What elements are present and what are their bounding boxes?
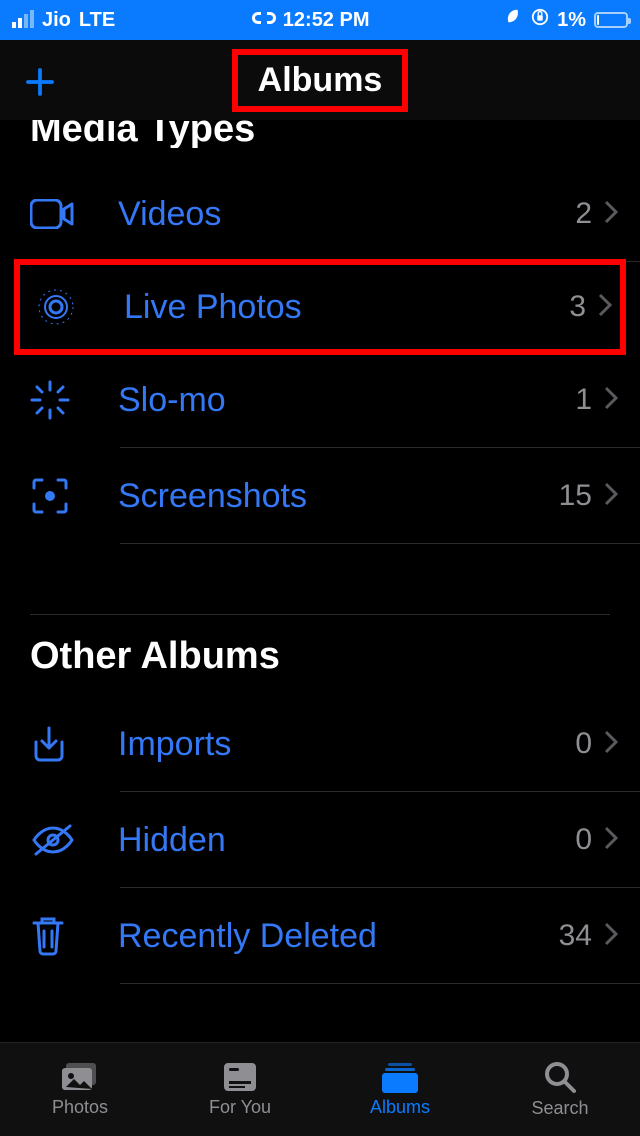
row-count: 1	[575, 383, 592, 417]
orientation-lock-icon	[531, 8, 549, 32]
row-hidden[interactable]: Hidden 0	[0, 792, 640, 888]
slo-mo-icon	[30, 380, 90, 420]
section-header-other-albums: Other Albums	[0, 635, 640, 678]
add-button[interactable]	[22, 64, 58, 108]
chevron-right-icon	[604, 922, 618, 951]
albums-icon	[380, 1061, 420, 1093]
row-count: 0	[575, 823, 592, 857]
chevron-right-icon	[604, 826, 618, 855]
tab-label: For You	[209, 1097, 271, 1118]
row-label: Videos	[90, 195, 575, 234]
do-not-disturb-icon	[505, 8, 523, 32]
row-label: Screenshots	[90, 477, 559, 516]
media-types-list: Videos 2 Live Photos 3	[0, 166, 640, 544]
signal-icon	[12, 12, 34, 28]
live-photos-icon	[36, 287, 96, 327]
row-label: Live Photos	[96, 288, 569, 327]
carrier-label: Jio	[42, 9, 71, 32]
hidden-icon	[30, 822, 90, 858]
row-count: 3	[569, 290, 586, 324]
page-title: Albums	[258, 61, 383, 99]
network-label: LTE	[79, 9, 115, 32]
chevron-right-icon	[604, 482, 618, 511]
search-icon	[543, 1060, 577, 1094]
for-you-icon	[222, 1061, 258, 1093]
section-divider	[30, 614, 610, 615]
photos-icon	[60, 1061, 100, 1093]
row-count: 15	[559, 479, 592, 513]
battery-pct-label: 1%	[557, 9, 586, 32]
nav-header: Albums	[0, 40, 640, 120]
clock-label: 12:52 PM	[283, 9, 370, 32]
row-count: 2	[575, 197, 592, 231]
row-live-photos[interactable]: Live Photos 3	[14, 259, 626, 355]
tab-label: Albums	[370, 1097, 430, 1118]
tab-label: Search	[531, 1098, 588, 1119]
row-count: 0	[575, 727, 592, 761]
status-bar: Jio LTE 12:52 PM 1%	[0, 0, 640, 40]
battery-icon	[594, 12, 628, 28]
chevron-right-icon	[604, 200, 618, 229]
imports-icon	[30, 724, 90, 764]
row-screenshots[interactable]: Screenshots 15	[0, 448, 640, 544]
row-label: Recently Deleted	[90, 917, 559, 956]
row-slo-mo[interactable]: Slo-mo 1	[0, 352, 640, 448]
row-label: Imports	[90, 725, 575, 764]
title-highlight: Albums	[232, 49, 409, 112]
tab-photos[interactable]: Photos	[0, 1043, 160, 1136]
row-imports[interactable]: Imports 0	[0, 696, 640, 792]
screenshots-icon	[30, 476, 90, 516]
row-label: Hidden	[90, 821, 575, 860]
tab-albums[interactable]: Albums	[320, 1043, 480, 1136]
other-albums-list: Imports 0 Hidden 0 Recen	[0, 696, 640, 984]
chevron-right-icon	[604, 730, 618, 759]
tab-label: Photos	[52, 1097, 108, 1118]
tab-search[interactable]: Search	[480, 1043, 640, 1136]
tab-bar: Photos For You Albums Search	[0, 1042, 640, 1136]
personal-hotspot-icon	[251, 9, 277, 32]
row-label: Slo-mo	[90, 381, 575, 420]
row-videos[interactable]: Videos 2	[0, 166, 640, 262]
video-icon	[30, 199, 90, 229]
chevron-right-icon	[604, 386, 618, 415]
row-recently-deleted[interactable]: Recently Deleted 34	[0, 888, 640, 984]
tab-for-you[interactable]: For You	[160, 1043, 320, 1136]
trash-icon	[30, 915, 90, 957]
chevron-right-icon	[598, 293, 612, 322]
row-count: 34	[559, 919, 592, 953]
